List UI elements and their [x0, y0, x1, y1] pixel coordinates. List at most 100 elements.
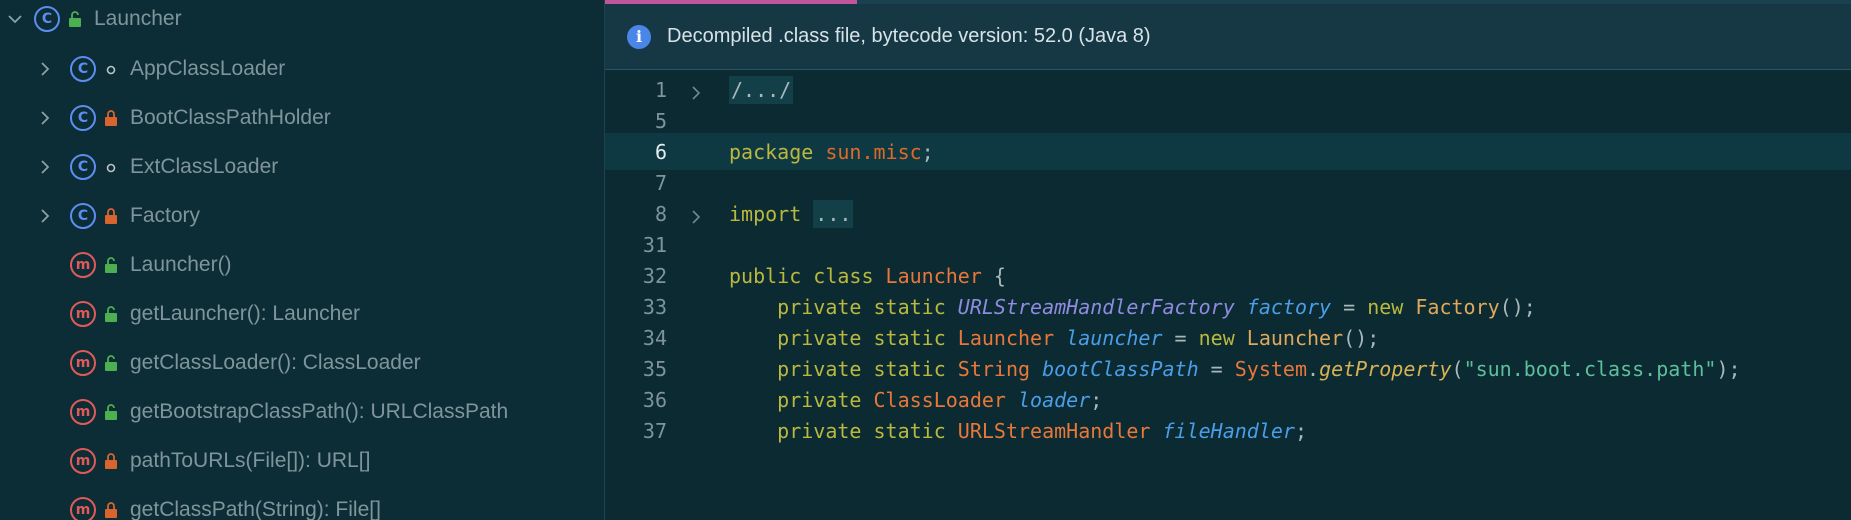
tree-item-label: BootClassPathHolder	[130, 105, 331, 129]
line-number: 33	[642, 295, 667, 319]
folded-region[interactable]: ...	[813, 200, 854, 228]
folded-region[interactable]: /.../	[729, 76, 794, 104]
code-text: /.../	[729, 76, 794, 104]
unlock-icon	[104, 403, 118, 420]
decompiled-banner: i Decompiled .class file, bytecode versi…	[605, 4, 1851, 70]
code-token: ();	[1499, 295, 1536, 319]
tree-item-label: ExtClassLoader	[130, 154, 279, 178]
lock-icon	[104, 501, 118, 518]
tree-item[interactable]: m getLauncher(): Launcher	[36, 289, 360, 338]
tree-item-label: Factory	[130, 203, 201, 227]
tree-item[interactable]: C BootClassPathHolder	[36, 93, 331, 142]
code-token: ;	[1090, 388, 1103, 412]
code-token: factory	[1246, 295, 1332, 319]
code-token: ClassLoader	[873, 388, 1006, 412]
unlock-icon	[104, 354, 118, 371]
info-icon: i	[627, 24, 651, 49]
code-token: getProperty	[1319, 357, 1452, 381]
code-token: URLStreamHandlerFactory	[957, 295, 1235, 319]
unlock-icon	[104, 256, 118, 273]
code-text: private ClassLoader loader;	[729, 388, 1102, 412]
code-text: private static Launcher launcher = new L…	[729, 326, 1379, 350]
tree-item[interactable]: C Factory	[36, 191, 200, 240]
code-text: public class Launcher {	[729, 264, 1006, 288]
tree-item-label: getBootstrapClassPath(): URLClassPath	[130, 399, 509, 423]
chevron-down-icon[interactable]	[6, 10, 24, 28]
class-icon: C	[70, 104, 96, 131]
code-token: Launcher	[1246, 326, 1344, 350]
line-number: 36	[642, 388, 667, 412]
class-icon: C	[70, 55, 96, 82]
chevron-right-icon[interactable]	[36, 60, 54, 78]
code-token: (	[1451, 357, 1464, 381]
tree-item[interactable]: C ExtClassLoader	[36, 142, 278, 191]
structure-panel: C Launcher C AppClassLoader C BootClassPathHo…	[0, 0, 604, 520]
chevron-right-icon[interactable]	[36, 158, 54, 176]
lock-icon	[104, 109, 118, 126]
tree-item-label: Launcher	[94, 6, 182, 30]
code-text: package sun.misc;	[729, 140, 934, 164]
fold-chevron-icon[interactable]	[689, 81, 703, 100]
code-token: import	[729, 202, 802, 226]
code-token: Launcher	[957, 326, 1055, 350]
tree-item-label: pathToURLs(File[]): URL[]	[130, 448, 371, 472]
lock-icon	[104, 452, 118, 469]
code-token: loader	[1018, 388, 1091, 412]
tree-root-launcher[interactable]: C Launcher	[6, 0, 182, 43]
tree-item[interactable]: m Launcher()	[36, 240, 232, 289]
code-token: fileHandler	[1162, 419, 1295, 443]
code-text: private static URLStreamHandlerFactory f…	[729, 295, 1536, 319]
code-token: private static	[777, 357, 946, 381]
code-token: =	[1162, 326, 1199, 350]
banner-text: Decompiled .class file, bytecode version…	[667, 25, 1151, 47]
code-line[interactable]: 37 private static URLStreamHandler fileH…	[605, 412, 1851, 449]
lock-icon	[104, 207, 118, 224]
code-text: import ...	[729, 200, 854, 228]
method-icon: m	[70, 398, 96, 425]
method-icon: m	[70, 251, 96, 278]
code-token: );	[1716, 357, 1741, 381]
code-token: private	[777, 388, 862, 412]
unlock-icon	[104, 305, 118, 322]
code-token: ();	[1343, 326, 1380, 350]
tree-item-label: getClassPath(String): File[]	[130, 497, 381, 520]
tree-item[interactable]: m getBootstrapClassPath(): URLClassPath	[36, 387, 508, 436]
chevron-right-icon[interactable]	[36, 109, 54, 127]
code-token: System	[1234, 357, 1308, 381]
code-token: private static	[777, 295, 946, 319]
method-icon: m	[70, 300, 96, 327]
line-number: 37	[642, 419, 667, 443]
code-token: launcher	[1066, 326, 1163, 350]
tree-item[interactable]: m getClassLoader(): ClassLoader	[36, 338, 421, 387]
method-icon: m	[70, 496, 96, 520]
tree-item[interactable]: C AppClassLoader	[36, 44, 285, 93]
tree-item[interactable]: m getClassPath(String): File[]	[36, 485, 381, 520]
class-icon: C	[34, 5, 60, 32]
tree-item[interactable]: m pathToURLs(File[]): URL[]	[36, 436, 370, 485]
code-token: {	[981, 264, 1006, 288]
fold-chevron-icon[interactable]	[689, 205, 703, 224]
method-icon: m	[70, 447, 96, 474]
code-token: String	[957, 357, 1031, 381]
code-token: URLStreamHandler	[957, 419, 1151, 443]
chevron-right-icon[interactable]	[36, 207, 54, 225]
tree-item-label: Launcher()	[130, 252, 232, 276]
code-text: private static URLStreamHandler fileHand…	[729, 419, 1307, 443]
line-number: 35	[642, 357, 667, 381]
code-editor[interactable]: i Decompiled .class file, bytecode versi…	[605, 0, 1851, 520]
code-token: new	[1198, 326, 1235, 350]
